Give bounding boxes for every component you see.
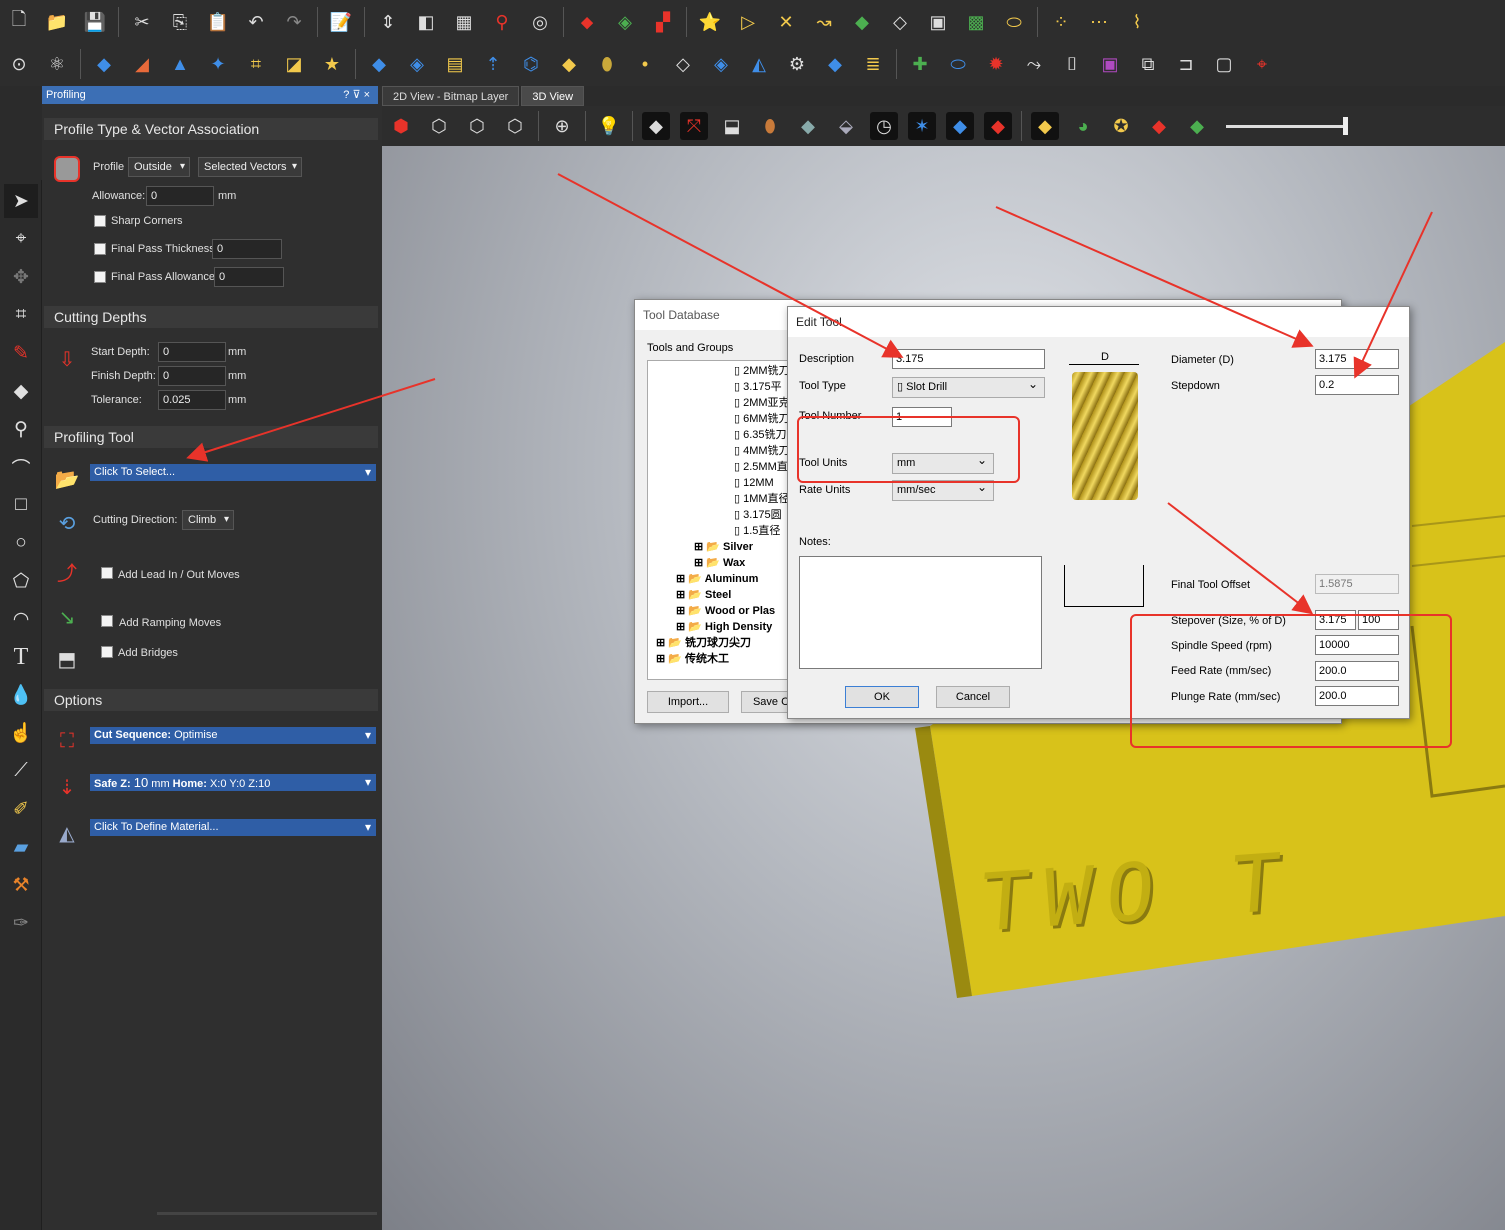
- arrow-to-stepdown: [1353, 211, 1433, 379]
- arrow-to-diameter: [995, 206, 1314, 348]
- arrow-to-tool-select: [186, 378, 436, 462]
- annotation-arrows: [186, 173, 1433, 615]
- arrow-to-description: [557, 173, 904, 358]
- arrow-to-stepover: [1167, 502, 1314, 615]
